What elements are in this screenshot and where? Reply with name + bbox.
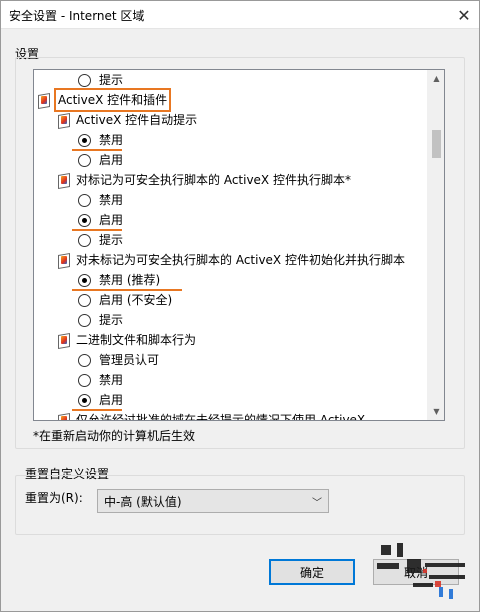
radio-unchecked-icon[interactable] [78, 353, 91, 367]
settings-list[interactable]: 提示 ActiveX 控件和插件 ActiveX 控件自动提示 禁用 启用 对标记为可安全… [33, 69, 445, 421]
radio-checked-icon[interactable] [78, 213, 91, 227]
scroll-up-arrow-icon[interactable]: ▲ [428, 70, 444, 87]
setting-radio-option[interactable]: 提示 [34, 310, 427, 330]
radio-unchecked-icon[interactable] [78, 233, 91, 247]
reset-level-dropdown[interactable]: 中-高 (默认值) ﹀ [97, 489, 329, 513]
ok-button[interactable]: 确定 [269, 559, 355, 585]
settings-category-icon [58, 173, 70, 187]
setting-radio-option[interactable]: 启用 [34, 390, 427, 410]
setting-radio-option[interactable]: 禁用 [34, 370, 427, 390]
setting-label: ActiveX 控件和插件 [53, 88, 172, 112]
reset-to-label: 重置为(R): [25, 491, 83, 505]
setting-category: 对未标记为可安全执行脚本的 ActiveX 控件初始化并执行脚本 [34, 250, 427, 270]
setting-label: 禁用 (推荐) [99, 273, 161, 287]
setting-label: 提示 [99, 233, 124, 247]
settings-category-icon [58, 113, 70, 127]
setting-category: 仅允许经过批准的域在未经提示的情况下使用 ActiveX [34, 410, 427, 420]
settings-category-icon [58, 333, 70, 347]
setting-radio-option[interactable]: 启用 (不安全) [34, 290, 427, 310]
setting-radio-option[interactable]: 禁用 [34, 130, 427, 150]
reset-level-value: 中-高 (默认值) [104, 494, 182, 509]
security-settings-dialog: 安全设置 - Internet 区域 ✕ 设置 提示 ActiveX 控件和插件 A… [0, 0, 480, 612]
setting-label: 管理员认可 [99, 353, 160, 367]
setting-label: 禁用 [99, 133, 124, 147]
setting-label: 启用 [99, 393, 124, 407]
setting-category: 二进制文件和脚本行为 [34, 330, 427, 350]
vertical-scrollbar[interactable]: ▲ ▼ [427, 70, 444, 420]
settings-list-content: 提示 ActiveX 控件和插件 ActiveX 控件自动提示 禁用 启用 对标记为可安全… [34, 70, 427, 420]
settings-category-icon [38, 93, 50, 107]
radio-unchecked-icon[interactable] [78, 73, 91, 87]
radio-checked-icon[interactable] [78, 273, 91, 287]
scroll-thumb[interactable] [432, 130, 441, 158]
setting-label: ActiveX 控件自动提示 [76, 113, 198, 127]
radio-unchecked-icon[interactable] [78, 193, 91, 207]
setting-label: 禁用 [99, 193, 124, 207]
radio-unchecked-icon[interactable] [78, 373, 91, 387]
setting-radio-option[interactable]: 禁用 [34, 190, 427, 210]
title-bar: 安全设置 - Internet 区域 ✕ [1, 1, 479, 29]
radio-checked-icon[interactable] [78, 393, 91, 407]
setting-radio-option[interactable]: 启用 [34, 150, 427, 170]
radio-unchecked-icon[interactable] [78, 293, 91, 307]
settings-category-icon [58, 253, 70, 267]
setting-radio-option[interactable]: 提示 [34, 230, 427, 250]
setting-label: 启用 [99, 213, 124, 227]
setting-radio-option[interactable]: 管理员认可 [34, 350, 427, 370]
setting-radio-option[interactable]: 启用 [34, 210, 427, 230]
radio-unchecked-icon[interactable] [78, 153, 91, 167]
setting-label: 二进制文件和脚本行为 [76, 333, 197, 347]
setting-label: 仅允许经过批准的域在未经提示的情况下使用 ActiveX [76, 413, 366, 420]
setting-label: 对标记为可安全执行脚本的 ActiveX 控件执行脚本* [76, 173, 351, 187]
radio-unchecked-icon[interactable] [78, 313, 91, 327]
setting-category: ActiveX 控件自动提示 [34, 110, 427, 130]
close-button[interactable]: ✕ [449, 1, 479, 29]
setting-radio-option[interactable]: 禁用 (推荐) [34, 270, 427, 290]
scroll-down-arrow-icon[interactable]: ▼ [428, 403, 444, 420]
setting-category: 对标记为可安全执行脚本的 ActiveX 控件执行脚本* [34, 170, 427, 190]
setting-radio-option[interactable]: 提示 [34, 70, 427, 90]
setting-label: 禁用 [99, 373, 124, 387]
radio-checked-icon[interactable] [78, 133, 91, 147]
chevron-down-icon: ﹀ [312, 498, 322, 509]
setting-label: 对未标记为可安全执行脚本的 ActiveX 控件初始化并执行脚本 [76, 253, 405, 267]
settings-category-icon [58, 413, 70, 420]
setting-category: ActiveX 控件和插件 [34, 88, 427, 112]
setting-label: 提示 [99, 73, 124, 87]
setting-label: 启用 (不安全) [99, 293, 173, 307]
window-title: 安全设置 - Internet 区域 [9, 9, 145, 23]
restart-note: *在重新启动你的计算机后生效 [33, 429, 196, 443]
watermark-logo [377, 543, 465, 599]
setting-label: 提示 [99, 313, 124, 327]
setting-label: 启用 [99, 153, 124, 167]
